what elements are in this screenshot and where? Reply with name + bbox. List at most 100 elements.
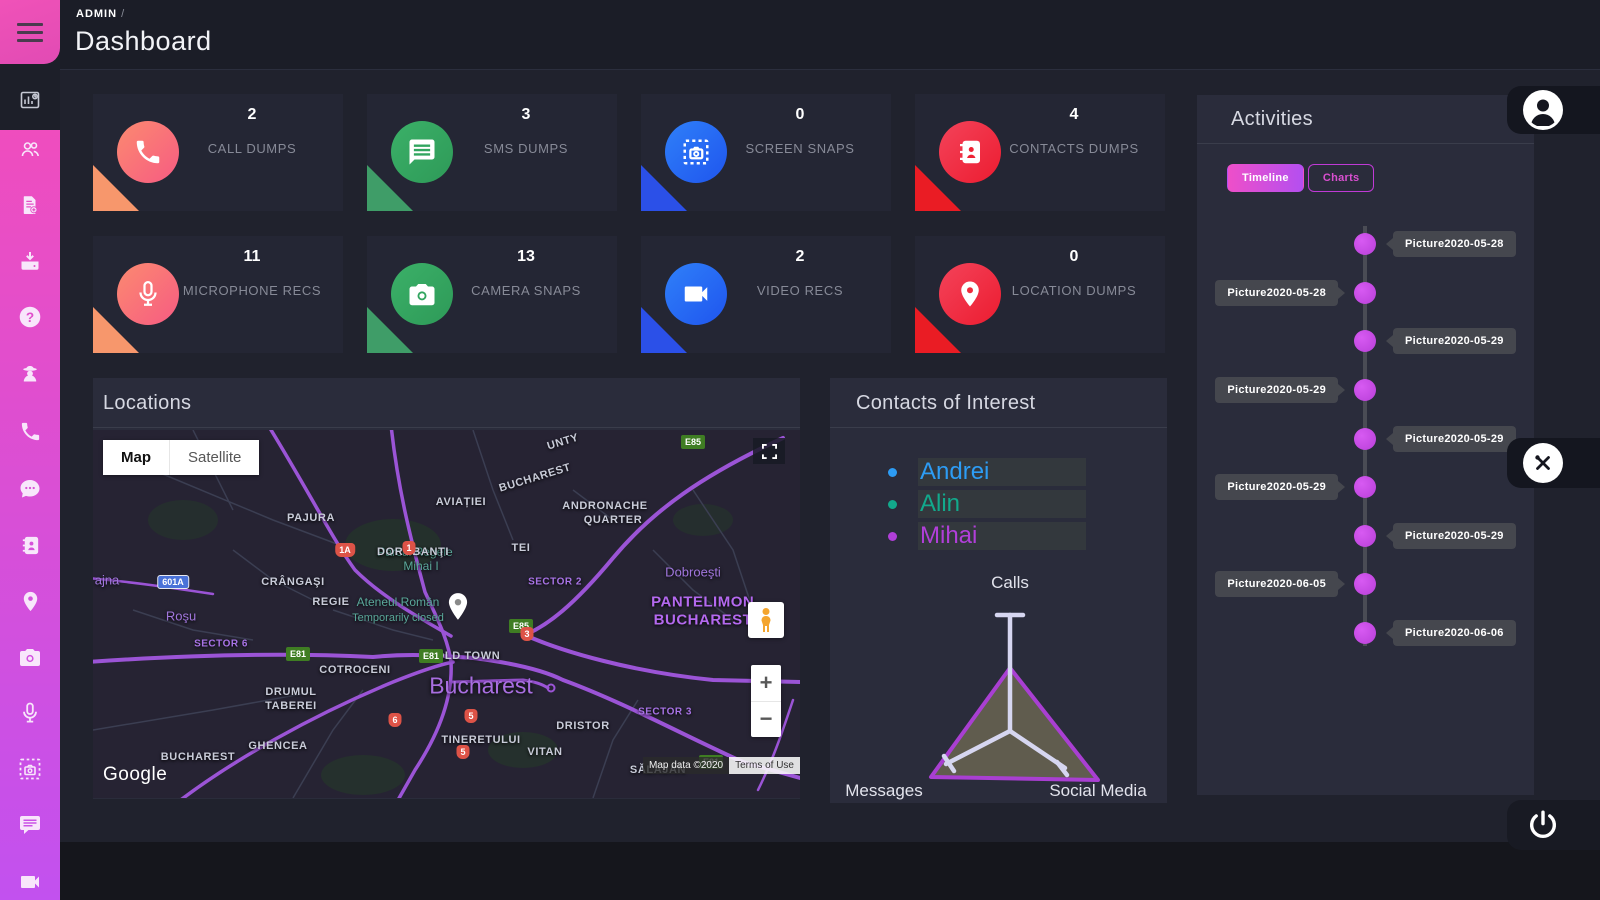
terms-of-use-link[interactable]: Terms of Use [729, 757, 800, 774]
sidebar-item-contacts[interactable] [0, 523, 60, 567]
stat-value: 13 [451, 248, 601, 266]
sidebar-item-sms[interactable] [0, 803, 60, 847]
map-label: SECTOR 6 [194, 639, 248, 650]
contacts-panel-header: Contacts of Interest [830, 378, 1167, 428]
timeline-label[interactable]: Picture2020-06-06 [1393, 620, 1516, 646]
timeline-dot[interactable] [1354, 525, 1376, 547]
stat-card-call-dumps[interactable]: 2 CALL DUMPS [93, 94, 343, 211]
breadcrumb-admin[interactable]: ADMIN [76, 8, 117, 20]
google-map[interactable]: UNTY BUCHAREST AVIAȚIEI ANDRONACHE QUART… [93, 430, 800, 798]
timeline-label[interactable]: Picture2020-05-29 [1215, 377, 1338, 403]
stat-card-contacts-dumps[interactable]: 4 CONTACTS DUMPS [915, 94, 1165, 211]
power-button[interactable] [1507, 800, 1600, 850]
sidebar-item-camera[interactable] [0, 635, 60, 679]
sidebar-item-help[interactable]: ? [0, 295, 60, 339]
menu-toggle-button[interactable] [0, 0, 60, 64]
map-label: Bucharest [429, 673, 533, 700]
stat-card-location-dumps[interactable]: 0 LOCATION DUMPS [915, 236, 1165, 353]
google-logo[interactable]: Google [103, 764, 167, 786]
contact-legend-item[interactable]: Andrei [888, 456, 1167, 488]
activities-timeline: Picture2020-05-28 Picture2020-05-28 Pict… [1197, 220, 1534, 680]
stat-value: 2 [177, 106, 327, 124]
timeline-dot[interactable] [1354, 428, 1376, 450]
user-avatar-icon [1523, 90, 1563, 130]
sidebar-item-users[interactable] [0, 127, 60, 171]
contacts-panel: Contacts of Interest Andrei Alin Mihai [830, 378, 1167, 803]
stat-card-camera-snaps[interactable]: 13 CAMERA SNAPS [367, 236, 617, 353]
location-pin-icon [19, 590, 42, 613]
contacts-book-icon [19, 534, 42, 557]
stat-card-microphone-recs[interactable]: 11 MICROPHONE RECS [93, 236, 343, 353]
corner-decoration [915, 165, 961, 211]
dashboard-page: ADMIN/ Dashboard [0, 0, 1600, 900]
pegman-streetview-control[interactable] [748, 602, 784, 638]
timeline-dot[interactable] [1354, 622, 1376, 644]
map-fullscreen-button[interactable] [753, 438, 785, 464]
map-label: TABEREI [265, 700, 317, 712]
map-label: GHENCEA [248, 740, 307, 752]
timeline-dot[interactable] [1354, 573, 1376, 595]
spy-icon [18, 361, 42, 385]
contact-legend-item[interactable]: Mihai [888, 520, 1167, 552]
map-type-satellite-button[interactable]: Satellite [169, 440, 259, 475]
zoom-out-button[interactable]: − [751, 702, 781, 738]
timeline-label[interactable]: Picture2020-05-29 [1393, 523, 1516, 549]
map-label: DRISTOR [556, 720, 610, 732]
map-label: 5 [464, 709, 477, 723]
map-marker-pin[interactable] [445, 592, 471, 627]
map-label: Temporarily closed [352, 612, 444, 624]
map-label: VITAN [527, 746, 562, 758]
map-label: AVIAȚIEI [436, 496, 486, 508]
sidebar-item-video[interactable] [0, 860, 60, 900]
timeline-dot[interactable] [1354, 330, 1376, 352]
timeline-label[interactable]: Picture2020-05-29 [1215, 474, 1338, 500]
sidebar-item-microphone[interactable] [0, 691, 60, 735]
timeline-dot[interactable] [1354, 233, 1376, 255]
map-label: REGIE [312, 596, 349, 608]
locations-panel-header: Locations [93, 378, 800, 428]
contact-legend-item[interactable]: Alin [888, 488, 1167, 520]
map-zoom-control: + − [751, 665, 781, 737]
tab-timeline[interactable]: Timeline [1227, 164, 1304, 192]
stat-label: CONTACTS DUMPS [999, 140, 1149, 157]
map-label: Dobroeşti [665, 565, 721, 580]
sidebar-item-dashboard[interactable] [0, 78, 60, 122]
stat-card-sms-dumps[interactable]: 3 SMS DUMPS [367, 94, 617, 211]
sidebar-item-calls[interactable] [0, 409, 60, 453]
timeline-dot[interactable] [1354, 476, 1376, 498]
profile-button[interactable] [1507, 86, 1600, 134]
sidebar-item-reports[interactable] [0, 183, 60, 227]
radar-chart: Calls Messages Social Media [830, 555, 1167, 803]
radar-axis-messages: Messages [845, 781, 922, 800]
map-label: ajna [95, 573, 120, 588]
sidebar-item-spy[interactable] [0, 351, 60, 395]
timeline-dot[interactable] [1354, 282, 1376, 304]
timeline-label[interactable]: Picture2020-05-29 [1393, 328, 1516, 354]
sidebar-item-locations[interactable] [0, 579, 60, 623]
sidebar-item-inbox[interactable] [0, 239, 60, 283]
breadcrumb[interactable]: ADMIN / [76, 8, 125, 20]
radar-axis-calls: Calls [991, 573, 1029, 592]
tab-charts[interactable]: Charts [1308, 164, 1375, 192]
sidebar-item-screenshots[interactable] [0, 747, 60, 791]
timeline-label[interactable]: Picture2020-05-28 [1393, 231, 1516, 257]
timeline-item: Picture2020-05-29 [1197, 366, 1534, 415]
tools-button[interactable] [1507, 438, 1600, 488]
stat-card-screen-snaps[interactable]: 0 SCREEN SNAPS [641, 94, 891, 211]
sidebar-item-chats[interactable] [0, 467, 60, 511]
map-label: TEI [512, 542, 531, 554]
stat-card-video-recs[interactable]: 2 VIDEO RECS [641, 236, 891, 353]
timeline-label[interactable]: Picture2020-06-05 [1215, 571, 1338, 597]
breadcrumb-separator: / [121, 8, 125, 20]
stat-value: 3 [451, 106, 601, 124]
hamburger-icon [17, 20, 43, 44]
phone-icon [19, 420, 42, 443]
map-type-map-button[interactable]: Map [103, 440, 169, 475]
timeline-dot[interactable] [1354, 379, 1376, 401]
zoom-in-button[interactable]: + [751, 665, 781, 702]
timeline-label[interactable]: Picture2020-05-29 [1393, 426, 1516, 452]
sidebar: ? [0, 0, 60, 900]
timeline-item: Picture2020-06-06 [1197, 609, 1534, 658]
sms-icon [18, 813, 42, 837]
timeline-label[interactable]: Picture2020-05-28 [1215, 280, 1338, 306]
